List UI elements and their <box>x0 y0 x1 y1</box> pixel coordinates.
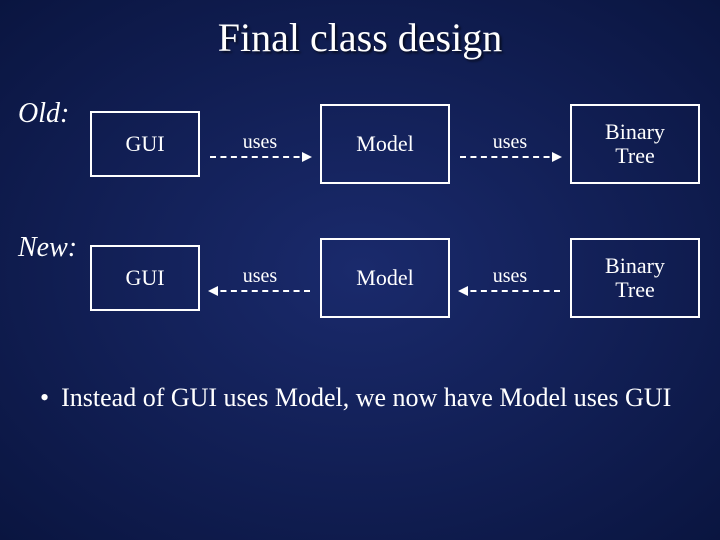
new-box-gui: GUI <box>90 245 200 311</box>
new-box-binary-tree: BinaryTree <box>570 238 700 318</box>
slide: Final class design Old: GUI uses Model u… <box>0 0 720 540</box>
arrow-right-icon <box>210 156 310 158</box>
new-box-model: Model <box>320 238 450 318</box>
arrow-left-icon <box>210 290 310 292</box>
old-section-label: Old: <box>18 98 69 130</box>
arrow-right-icon <box>460 156 560 158</box>
bullet-text: Instead of GUI uses Model, we now have M… <box>61 382 671 415</box>
new-section-label: New: <box>18 232 77 264</box>
new-arrow-2: uses <box>450 265 570 292</box>
old-row: GUI uses Model uses BinaryTree <box>90 104 700 184</box>
arrow-label: uses <box>493 131 527 154</box>
arrow-label: uses <box>243 131 277 154</box>
page-title: Final class design <box>0 0 720 65</box>
arrow-label: uses <box>493 265 527 288</box>
old-box-binary-tree: BinaryTree <box>570 104 700 184</box>
new-arrow-1: uses <box>200 265 320 292</box>
old-arrow-1: uses <box>200 131 320 158</box>
old-box-model: Model <box>320 104 450 184</box>
arrow-left-icon <box>460 290 560 292</box>
old-arrow-2: uses <box>450 131 570 158</box>
bullet-item: • Instead of GUI uses Model, we now have… <box>32 382 688 415</box>
bullet-dot-icon: • <box>40 382 49 415</box>
old-box-gui: GUI <box>90 111 200 177</box>
new-row: GUI uses Model uses BinaryTree <box>90 238 700 318</box>
arrow-label: uses <box>243 265 277 288</box>
